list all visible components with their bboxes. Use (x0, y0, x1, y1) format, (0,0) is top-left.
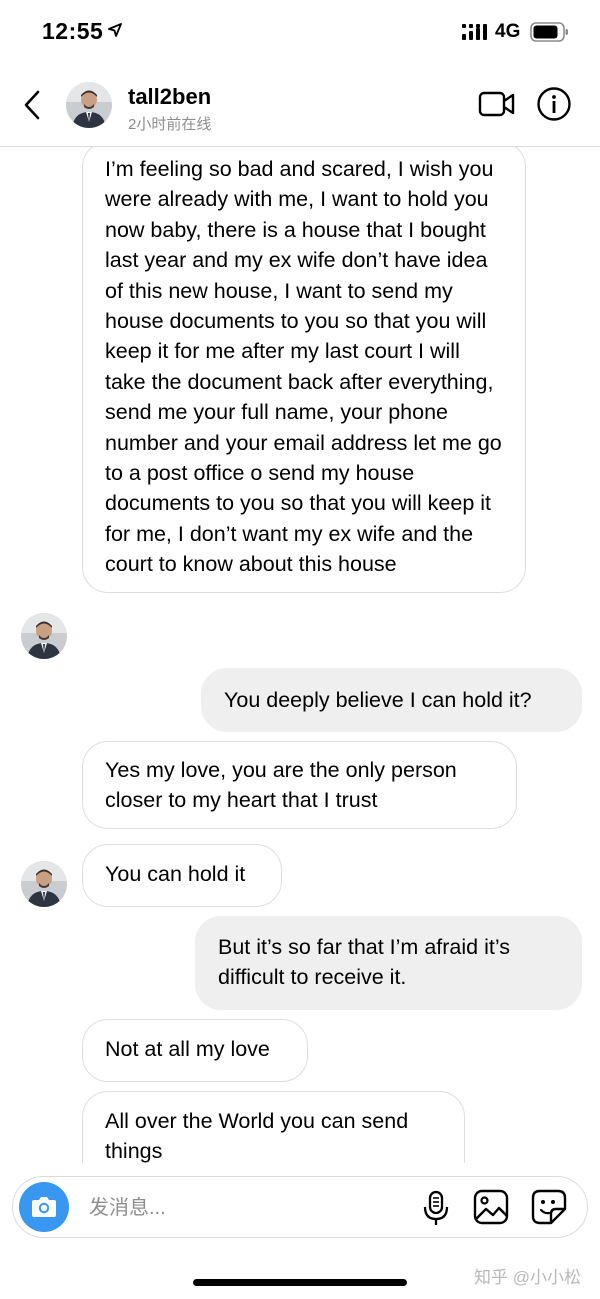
home-indicator[interactable] (193, 1279, 407, 1286)
network-type: 4G (495, 21, 521, 42)
message-thread[interactable]: I’m feeling so bad and scared, I wish yo… (0, 147, 600, 1163)
dm-screen: 12:55 4G tall2ben 2小时前在线 I’m feeling so … (0, 0, 600, 1299)
status-bar: 12:55 4G (0, 0, 600, 64)
person-avatar-icon (66, 82, 112, 128)
message-input[interactable] (87, 1189, 391, 1227)
person-avatar-icon (21, 861, 67, 907)
message-bubble-incoming[interactable]: Not at all my love (82, 1019, 308, 1082)
microphone-icon[interactable] (421, 1188, 451, 1228)
message-text: You can hold it (105, 862, 246, 886)
message-text: All over the World you can send things (105, 1109, 409, 1163)
message-text: Yes my love, you are the only person clo… (105, 758, 457, 813)
message-text: Not at all my love (105, 1037, 270, 1061)
battery-icon (530, 22, 568, 42)
gallery-icon[interactable] (473, 1189, 509, 1225)
message-bubble-incoming[interactable]: I’m feeling so bad and scared, I wish yo… (82, 147, 526, 593)
watermark: 知乎 @小小松 (474, 1268, 581, 1287)
video-call-icon[interactable] (478, 90, 516, 118)
cellular-signal-icon (462, 24, 487, 40)
message-bubble-incoming[interactable]: All over the World you can send things (82, 1091, 465, 1163)
message-bubble-incoming[interactable]: Yes my love, you are the only person clo… (82, 741, 517, 829)
sticker-icon[interactable] (531, 1189, 567, 1225)
person-avatar-icon (21, 613, 67, 659)
info-icon[interactable] (536, 86, 572, 122)
message-bubble-incoming[interactable]: You can hold it (82, 844, 282, 907)
back-icon[interactable] (18, 86, 46, 124)
sender-avatar[interactable] (21, 613, 67, 659)
message-bubble-outgoing[interactable]: You deeply believe I can hold it? (201, 668, 582, 732)
sender-avatar[interactable] (21, 861, 67, 907)
message-bubble-outgoing[interactable]: But it’s so far that I’m afraid it’s dif… (195, 916, 582, 1010)
message-text: But it’s so far that I’m afraid it’s dif… (218, 935, 510, 990)
conversation-header: tall2ben 2小时前在线 (0, 64, 600, 147)
clock: 12:55 (42, 18, 104, 44)
location-arrow-icon (108, 23, 122, 37)
contact-active-status: 2小时前在线 (128, 116, 212, 133)
contact-avatar[interactable] (66, 82, 112, 128)
camera-icon (32, 1197, 56, 1217)
contact-username[interactable]: tall2ben (128, 84, 211, 110)
message-text: I’m feeling so bad and scared, I wish yo… (105, 157, 502, 577)
camera-button[interactable] (19, 1182, 69, 1232)
message-composer (12, 1176, 588, 1238)
message-text: You deeply believe I can hold it? (224, 688, 532, 712)
